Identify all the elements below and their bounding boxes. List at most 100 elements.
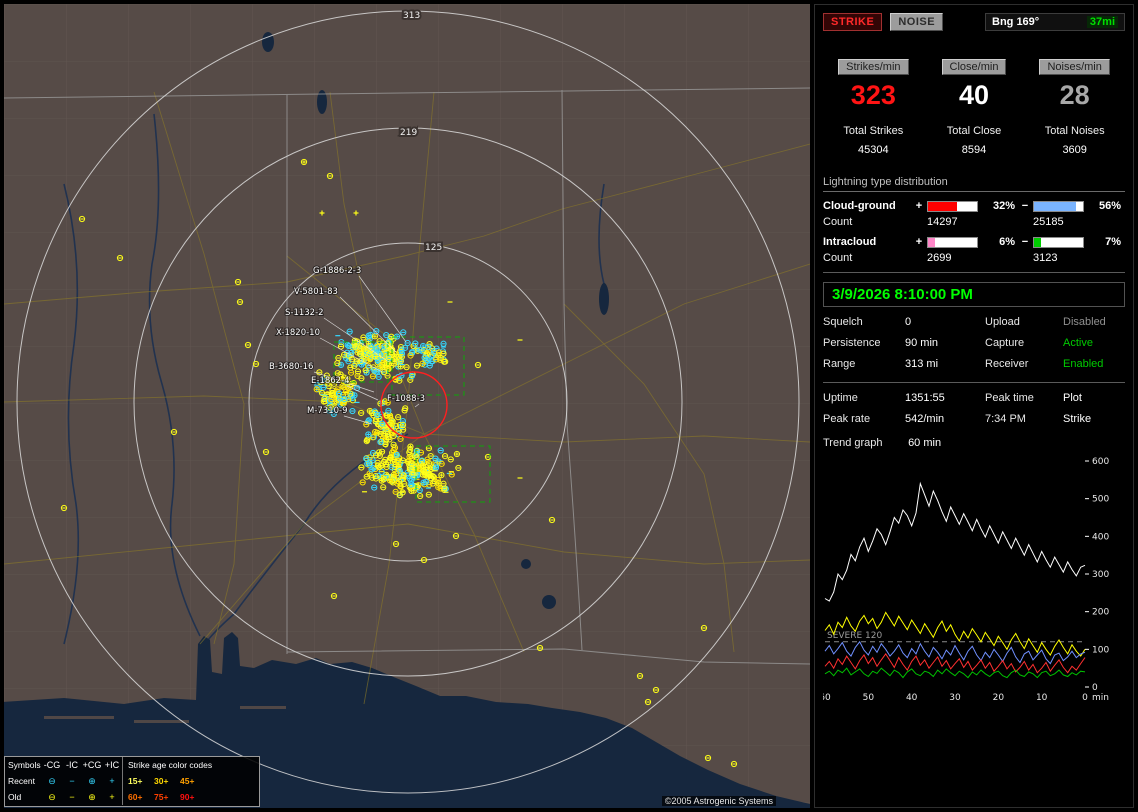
- ic-minus-sign: −: [1021, 236, 1029, 248]
- rate-stats: Strikes/min 323 Total Strikes 45304 Clos…: [823, 59, 1125, 156]
- svg-text:M-7310-9: M-7310-9: [307, 406, 348, 416]
- legend-recent-label: Recent: [8, 776, 35, 786]
- svg-text:B-3680-16: B-3680-16: [269, 362, 313, 372]
- total-noises-value: 3609: [1062, 144, 1087, 156]
- status-row-1: Uptime 1351:55 Peak time Plot: [823, 392, 1125, 404]
- status-row-2: Peak rate 542/min 7:34 PM Strike: [823, 413, 1125, 425]
- datetime-display: 3/9/2026 8:10:00 PM: [823, 282, 1125, 307]
- ic-plus-bar: [926, 236, 978, 248]
- strikes-per-min-button[interactable]: Strikes/min: [838, 59, 909, 75]
- legend-head-nic: -IC: [66, 760, 78, 770]
- peaktime-label: Peak time: [985, 392, 1034, 404]
- cg-minus-bar: [1032, 200, 1084, 212]
- noises-column: Noises/min 28 Total Noises 3609: [1024, 59, 1125, 156]
- age-60: 60+: [128, 792, 143, 802]
- legend-age-row-1: 15+ 30+ 45+: [122, 773, 256, 789]
- range-value: 313 mi: [905, 358, 939, 370]
- svg-text:V-5801-83: V-5801-83: [294, 287, 338, 297]
- cg-count-label: Count: [823, 216, 853, 228]
- svg-text:60: 60: [823, 693, 831, 703]
- total-strikes-label: Total Strikes: [843, 125, 904, 137]
- cloud-ground-label: Cloud-ground: [823, 200, 896, 212]
- peakrate-value: 542/min: [905, 413, 945, 425]
- bearing-distance: 37mi: [1086, 16, 1118, 28]
- squelch-label: Squelch: [823, 316, 863, 328]
- ic-minus-count: 3123: [1033, 252, 1058, 264]
- cloud-ground-counts: Count 14297 25185: [823, 216, 1125, 228]
- distribution-title: Lightning type distribution: [823, 176, 1125, 192]
- cg-plus-fill: [927, 201, 958, 211]
- cloud-ground-row: Cloud-ground + 32% − 56%: [823, 200, 1125, 212]
- total-close-label: Total Close: [946, 125, 1002, 137]
- age-90: 90+: [180, 792, 195, 802]
- strike-indicator-button[interactable]: STRIKE: [823, 13, 883, 31]
- settings-row-1: Squelch 0 Upload Disabled: [823, 316, 1125, 328]
- capture-value: Active: [1063, 337, 1093, 349]
- cg-plus-sign: +: [915, 200, 923, 212]
- ic-plus-count: 2699: [927, 252, 952, 264]
- svg-text:F-1088-3: F-1088-3: [387, 394, 425, 404]
- total-strikes-value: 45304: [858, 144, 889, 156]
- svg-text:30: 30: [949, 693, 961, 703]
- cg-plus-pct: 32%: [993, 200, 1016, 212]
- legend-age-row-2: 60+ 75+ 90+: [122, 789, 256, 805]
- copyright: ©2005 Astrogenic Systems: [661, 796, 776, 806]
- noises-per-min-button[interactable]: Noises/min: [1039, 59, 1110, 75]
- svg-text:20: 20: [993, 693, 1005, 703]
- range-label: Range: [823, 358, 856, 370]
- svg-text:X-1820-10: X-1820-10: [276, 328, 320, 338]
- settings-row-3: Range 313 mi Receiver Enabled: [823, 358, 1125, 370]
- peakrate-label: Peak rate: [823, 413, 871, 425]
- age-15: 15+: [128, 776, 143, 786]
- lightning-map[interactable]: G-1886-2-3 V-5801-83 S-1132-2 X-1820-10 B-36…: [4, 4, 810, 808]
- ic-plus-pct: 6%: [999, 236, 1016, 248]
- uptime-value: 1351:55: [905, 392, 945, 404]
- svg-text:10: 10: [1036, 693, 1048, 703]
- bearing-box: Bng 169° 37mi: [985, 13, 1125, 31]
- legend-head-pcg: +CG: [82, 760, 102, 770]
- upload-value: Disabled: [1063, 316, 1106, 328]
- receiver-value: Enabled: [1063, 358, 1104, 370]
- ic-minus-bar: [1032, 236, 1084, 248]
- svg-text:0: 0: [1082, 693, 1088, 703]
- trend-graph-label: Trend graph: [823, 437, 883, 449]
- intracloud-label: Intracloud: [823, 236, 877, 248]
- recent-pic-icon: +: [109, 776, 115, 786]
- ic-minus-fill: [1033, 237, 1042, 247]
- ic-minus-pct: 7%: [1105, 236, 1121, 248]
- noise-indicator-button[interactable]: NOISE: [890, 13, 944, 31]
- age-30: 30+: [154, 776, 169, 786]
- svg-text:500: 500: [1092, 495, 1109, 505]
- old-pcg-icon: ⊕: [88, 791, 96, 802]
- cg-minus-pct: 56%: [1098, 200, 1121, 212]
- ic-plus-fill: [927, 237, 935, 247]
- noises-rate: 28: [1059, 80, 1090, 110]
- recent-nic-icon: −: [69, 776, 75, 786]
- uptime-label: Uptime: [823, 392, 858, 404]
- total-noises-label: Total Noises: [1044, 125, 1105, 137]
- intracloud-counts: Count 2699 3123: [823, 252, 1125, 264]
- total-close-value: 8594: [961, 144, 987, 156]
- map-legend: Symbols -CG -IC +CG +IC Strike age color…: [4, 756, 260, 807]
- svg-text:SEVERE 120: SEVERE 120: [827, 631, 882, 641]
- svg-text:400: 400: [1092, 532, 1109, 542]
- svg-text:300: 300: [1092, 570, 1109, 580]
- cg-minus-fill: [1033, 201, 1076, 211]
- svg-text:0: 0: [1092, 683, 1098, 693]
- control-panel: STRIKE NOISE Bng 169° 37mi Strikes/min 3…: [814, 4, 1134, 808]
- old-ncg-icon: ⊖: [48, 791, 56, 802]
- svg-text:100: 100: [1092, 645, 1109, 655]
- capture-label: Capture: [985, 337, 1025, 349]
- old-nic-icon: −: [69, 792, 75, 802]
- cg-plus-bar: [926, 200, 978, 212]
- cg-plus-count: 14297: [927, 216, 958, 228]
- ic-count-label: Count: [823, 252, 853, 264]
- svg-text:G-1886-2-3: G-1886-2-3: [313, 266, 361, 276]
- svg-text:200: 200: [1092, 608, 1109, 618]
- close-rate: 40: [958, 80, 990, 110]
- close-column: Close/min 40 Total Close 8594: [924, 59, 1025, 156]
- svg-text:E-1862-4: E-1862-4: [311, 376, 350, 386]
- close-per-min-button[interactable]: Close/min: [941, 59, 1007, 75]
- legend-head-ncg: -CG: [43, 760, 61, 770]
- recent-pcg-icon: ⊕: [88, 775, 96, 786]
